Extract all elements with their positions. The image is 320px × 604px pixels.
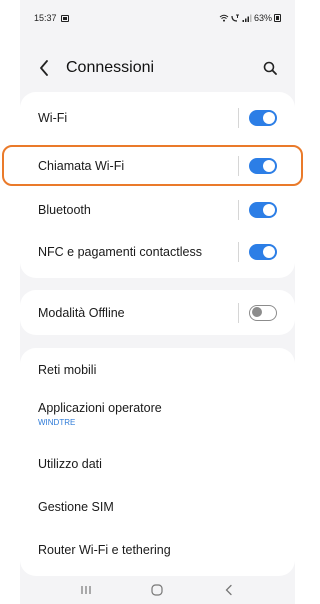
operator-name: WINDTRE <box>38 418 76 427</box>
search-icon[interactable] <box>259 57 281 79</box>
connections-group-1: Wi-Fi Chiamata Wi-Fi Bluetooth NFC e pag… <box>20 92 295 278</box>
wifi-calling-toggle[interactable] <box>249 158 277 174</box>
settings-screen: 15:37 63% Connessioni Wi-Fi Chiamata Wi-… <box>20 0 295 604</box>
connections-group-3: Reti mobili Applicazioni operatore WINDT… <box>20 348 295 576</box>
recents-icon[interactable] <box>74 580 98 600</box>
setting-data-usage[interactable]: Utilizzo dati <box>20 444 295 484</box>
setting-sim-manager[interactable]: Gestione SIM <box>20 487 295 527</box>
setting-label: Modalità Offline <box>38 305 125 320</box>
setting-mobile-networks[interactable]: Reti mobili <box>20 350 295 390</box>
divider <box>238 200 239 220</box>
status-time: 15:37 <box>34 13 57 23</box>
wifi-status-icon <box>219 14 229 22</box>
setting-wifi[interactable]: Wi-Fi <box>20 96 295 140</box>
setting-label: Reti mobili <box>38 363 97 377</box>
wifi-toggle[interactable] <box>249 110 277 126</box>
setting-label: Utilizzo dati <box>38 457 102 471</box>
offline-mode-toggle[interactable] <box>249 304 277 321</box>
setting-bluetooth[interactable]: Bluetooth <box>20 188 295 232</box>
battery-percent: 63% <box>253 13 272 23</box>
page-title: Connessioni <box>66 59 155 76</box>
back-arrow-icon[interactable] <box>34 56 54 80</box>
signal-icon <box>242 14 252 22</box>
setting-label: Chiamata Wi-Fi <box>38 159 125 173</box>
back-nav-icon[interactable] <box>217 580 241 600</box>
bluetooth-toggle[interactable] <box>249 202 277 218</box>
setting-label: Wi-Fi <box>38 111 68 125</box>
home-icon[interactable] <box>145 580 169 600</box>
status-bar: 15:37 63% <box>20 0 295 36</box>
nfc-toggle[interactable] <box>249 244 277 260</box>
setting-label: Bluetooth <box>38 203 91 217</box>
app-header: Connessioni <box>20 48 295 88</box>
setting-operator-apps[interactable]: Applicazioni operatore WINDTRE <box>20 392 295 436</box>
divider <box>238 302 239 323</box>
setting-label: Router Wi-Fi e tethering <box>38 543 171 557</box>
divider <box>238 242 239 262</box>
divider <box>238 108 239 128</box>
setting-hotspot-tethering[interactable]: Router Wi-Fi e tethering <box>20 530 295 570</box>
notification-icon <box>60 14 69 22</box>
setting-label: Applicazioni operatore <box>38 401 162 415</box>
setting-label: NFC e pagamenti contactless <box>38 245 202 259</box>
battery-icon <box>274 14 281 22</box>
setting-offline-mode[interactable]: Modalità Offline <box>20 290 295 335</box>
setting-wifi-calling[interactable]: Chiamata Wi-Fi <box>20 144 295 188</box>
setting-label: Gestione SIM <box>38 500 114 514</box>
divider <box>238 156 239 176</box>
setting-nfc[interactable]: NFC e pagamenti contactless <box>20 230 295 274</box>
volte-icon <box>231 14 239 22</box>
navigation-bar <box>20 576 295 604</box>
connections-group-2: Modalità Offline <box>20 290 295 335</box>
